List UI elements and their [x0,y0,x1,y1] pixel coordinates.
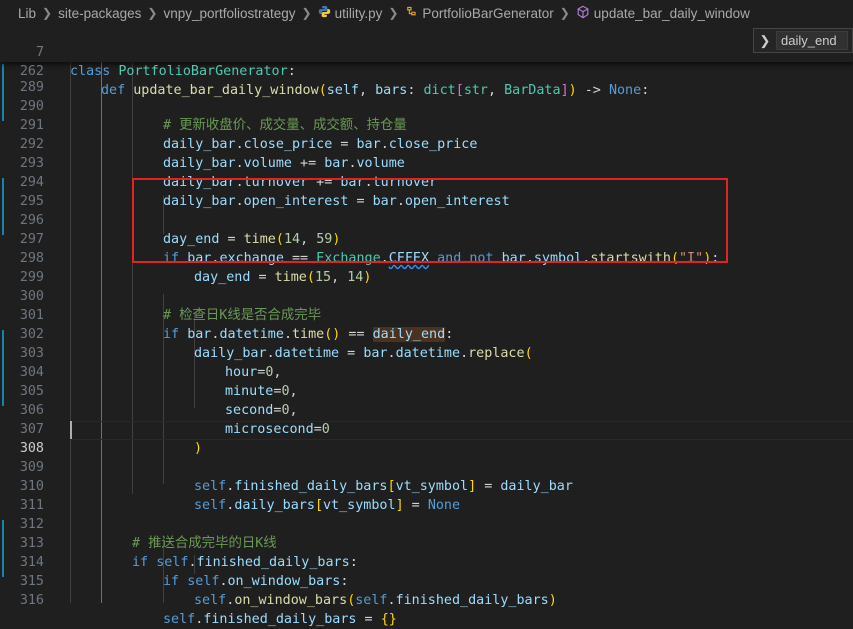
line-number: 262 [19,64,44,79]
python-file-icon [318,5,331,21]
class-symbol-icon [404,5,418,21]
chevron-right-icon: ❯ [147,6,158,20]
chevron-right-icon: ❯ [42,6,53,20]
code-line[interactable]: 311 [0,477,853,513]
method-symbol-icon [576,5,590,22]
chevron-right-icon: ❯ [559,6,570,20]
line-number: 316 [19,593,44,608]
breadcrumb-item-update-bar-daily-window[interactable]: update_bar_daily_window [594,6,750,21]
code-line[interactable]: 307 ) [0,401,853,456]
code-line[interactable]: 7 class PortfolioBarGenerator: [0,24,853,79]
breadcrumb-item-portfoliobargenerator[interactable]: PortfolioBarGenerator [422,6,553,21]
breadcrumb: Lib ❯ site-packages ❯ vnpy_portfoliostra… [0,0,853,26]
code-line[interactable]: 293 daily_bar.turnover += bar.turnover [0,135,853,190]
breadcrumb-item-lib[interactable]: Lib [18,6,36,21]
code-line[interactable]: 305 second=0, [0,363,853,418]
code-line[interactable]: 312 # 推送合成完毕的日K线 [0,496,853,551]
code-line[interactable]: 315 self.on_window_bars(self.finished_da… [0,553,853,608]
code-line[interactable]: 303 hour=0, [0,325,853,380]
sticky-scroll-header: 7 class PortfolioBarGenerator: 262 def u… [0,24,853,98]
toggle-replace-chevron-icon[interactable]: ❯ [754,33,776,49]
code-line[interactable]: 314 if self.on_window_bars: [0,534,853,589]
code-line[interactable]: 302 daily_bar.datetime = bar.datetime.re… [0,306,853,361]
chevron-right-icon: ❯ [301,6,312,20]
code-line[interactable]: 294 daily_bar.open_interest = bar.open_i… [0,154,853,209]
code-line[interactable]: 262 def update_bar_daily_window(self, ba… [0,43,853,98]
code-line[interactable]: 310 self.daily_bars[vt_symbol] = None [0,458,853,513]
code-line[interactable]: 300 # 检查日K线是否合成完毕 [0,268,853,323]
chevron-right-icon: ❯ [388,6,399,20]
breadcrumb-item-utility-py[interactable]: utility.py [335,6,383,21]
breadcrumb-item-site-packages[interactable]: site-packages [58,6,141,21]
code-line[interactable]: 308 [0,420,853,456]
find-widget: ❯ [753,28,853,53]
code-line[interactable]: 309 self.finished_daily_bars[vt_symbol] … [0,439,853,494]
code-line[interactable]: 316 self.finished_daily_bars = {} [0,572,853,627]
breadcrumb-item-vnpy-portfoliostrategy[interactable]: vnpy_portfoliostrategy [163,6,295,21]
code-line[interactable]: 306 microsecond=0 [0,382,853,437]
code-line[interactable]: 292 daily_bar.volume += bar.volume [0,116,853,171]
find-input[interactable] [776,31,848,50]
code-line[interactable]: 301 if bar.datetime.time() == daily_end: [0,287,853,342]
code-line[interactable]: 313 if self.finished_daily_bars: [0,515,853,570]
code-line[interactable]: 304 minute=0, [0,344,853,399]
highlight-annotation-box [132,178,728,263]
